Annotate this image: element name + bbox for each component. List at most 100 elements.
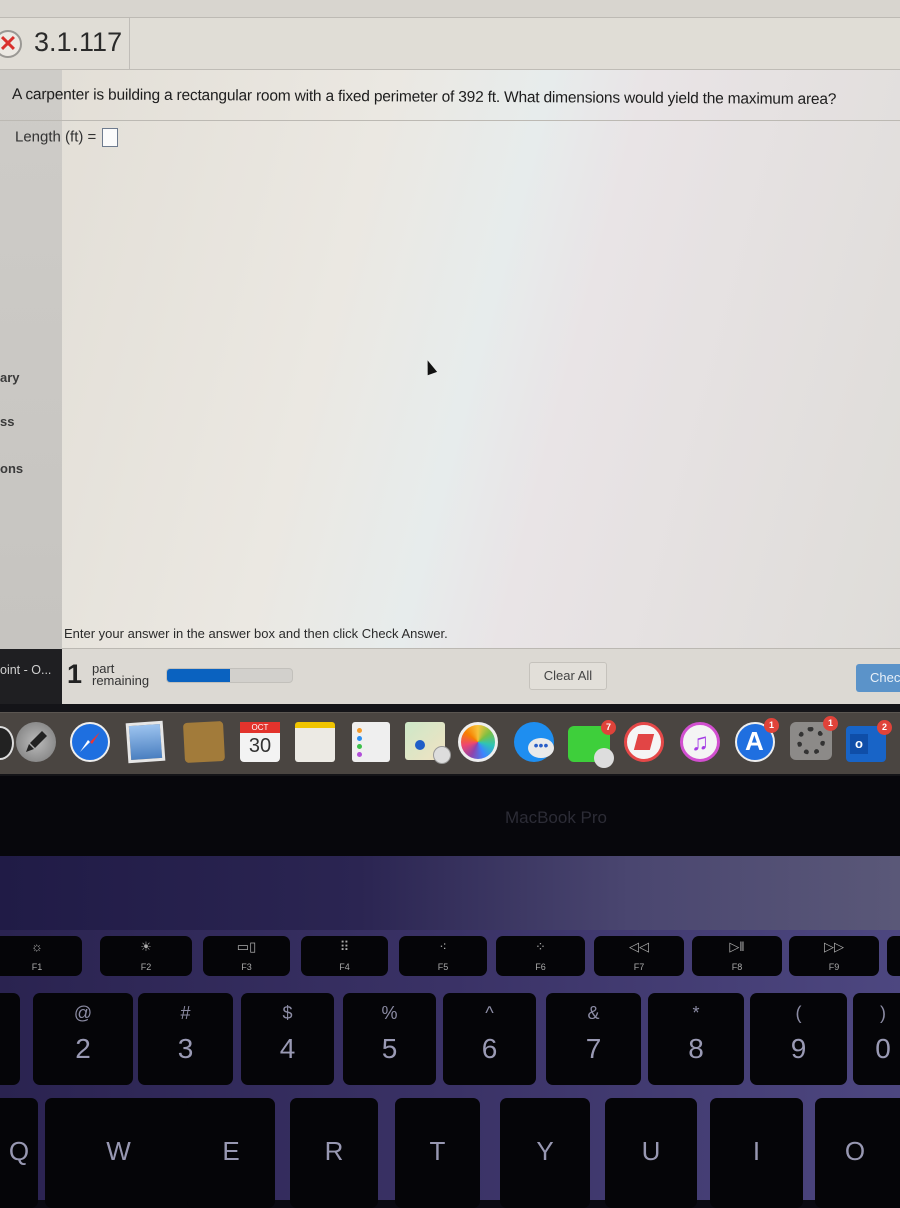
taskbar-label[interactable]: oint - O... [0, 663, 51, 677]
laptop-brand-label: MacBook Pro [504, 808, 608, 827]
fast-forward-icon: ▷▷ [824, 939, 844, 954]
key-letter: E [222, 1136, 240, 1166]
key-3[interactable]: # 3 [138, 993, 233, 1085]
key-f2[interactable]: ☀ F2 [100, 936, 192, 976]
brightness-down-icon: ☼ [31, 939, 43, 954]
maps-icon[interactable] [405, 722, 451, 764]
key-0[interactable]: ) 0 [853, 993, 900, 1085]
progress-fill [167, 669, 230, 682]
key-5[interactable]: % 5 [343, 993, 436, 1085]
key-letter: W [106, 1136, 131, 1166]
key-label: F5 [437, 962, 449, 972]
key-2[interactable]: @ 2 [33, 993, 133, 1085]
key-7[interactable]: & 7 [546, 993, 641, 1085]
key-symbol: ) [880, 1003, 886, 1023]
key-o[interactable]: O [815, 1098, 900, 1208]
system-preferences-badge: 1 [823, 716, 838, 731]
app-store-icon[interactable]: A 1 [735, 718, 779, 762]
length-field-row: Length (ft) = [15, 128, 119, 147]
key-symbol: * [692, 1003, 700, 1023]
news-icon[interactable] [624, 722, 664, 762]
key-symbol: ^ [485, 1003, 494, 1023]
key-label: F3 [241, 962, 252, 972]
system-preferences-icon[interactable]: 1 [790, 716, 838, 760]
question-header: ✕ 3.1.117 [0, 18, 900, 70]
key-label: F4 [339, 962, 350, 972]
outlook-icon[interactable]: o 2 [846, 720, 892, 762]
outlook-badge: 2 [877, 720, 892, 735]
key-f10[interactable] [887, 936, 900, 976]
key-f5[interactable]: ⁖ F5 [399, 936, 487, 976]
launchpad-icon[interactable] [16, 722, 56, 762]
key-f4[interactable]: ⠿ F4 [301, 936, 388, 976]
safari-icon[interactable] [70, 722, 110, 762]
key-number: 2 [75, 1033, 91, 1064]
x-mark-icon: ✕ [0, 30, 22, 58]
key-f7[interactable]: ◁◁ F7 [594, 936, 684, 976]
sidebar-item-library[interactable]: ary [0, 370, 20, 385]
music-icon[interactable]: ♫ [680, 722, 720, 762]
parts-label-line2: remaining [92, 673, 150, 688]
key-f1[interactable]: ☼ F1 [0, 936, 82, 976]
key-4[interactable]: $ 4 [241, 993, 334, 1085]
facetime-badge: 7 [601, 720, 616, 735]
key-u[interactable]: U [605, 1098, 697, 1208]
notes-icon[interactable] [295, 722, 335, 762]
key-f9[interactable]: ▷▷ F9 [789, 936, 879, 976]
screen: ary ss ons ✕ 3.1.117 A carpenter is buil… [0, 0, 900, 710]
key-label: F1 [31, 962, 43, 972]
key-letter: O [844, 1136, 866, 1166]
key-w[interactable]: W [45, 1098, 200, 1208]
key-f3[interactable]: ▭▯ F3 [203, 936, 290, 976]
app-store-badge: 1 [764, 718, 779, 733]
instruction-text: Enter your answer in the answer box and … [64, 626, 448, 641]
key-number: 5 [381, 1033, 398, 1064]
key-f8[interactable]: ▷ǁ F8 [692, 936, 782, 976]
mission-control-icon: ▭▯ [236, 939, 257, 954]
clear-all-button[interactable]: Clear All [529, 662, 607, 690]
key-q[interactable]: Q [0, 1098, 38, 1208]
key-e[interactable]: E [187, 1098, 275, 1208]
key-y[interactable]: Y [500, 1098, 590, 1208]
facetime-icon[interactable]: 7 [568, 720, 616, 768]
sidebar-item-progress[interactable]: ss [0, 414, 14, 429]
taskbar-strip: oint - O... [0, 649, 62, 704]
question-id-box: ✕ 3.1.117 [0, 18, 130, 70]
laptop-hinge [0, 856, 900, 934]
key-r[interactable]: R [290, 1098, 378, 1208]
play-pause-icon: ▷ǁ [729, 939, 745, 954]
photos-icon[interactable] [458, 722, 498, 762]
divider [0, 120, 900, 121]
key-number: 6 [481, 1033, 498, 1064]
reminders-icon[interactable] [352, 722, 390, 762]
sidebar-item-options[interactable]: ons [0, 461, 23, 476]
question-id: 3.1.117 [34, 27, 123, 57]
key-i[interactable]: I [710, 1098, 803, 1208]
rewind-icon: ◁◁ [629, 939, 649, 954]
top-toolbar [0, 0, 900, 18]
mail-icon[interactable] [125, 720, 166, 764]
check-answer-button[interactable]: Chec [856, 664, 900, 692]
key-f6[interactable]: ⁘ F6 [496, 936, 585, 976]
key-symbol: $ [282, 1003, 293, 1023]
progress-bar [166, 668, 293, 683]
key-letter: Y [536, 1136, 554, 1166]
key-symbol: @ [73, 1003, 93, 1023]
launchpad-grid-icon: ⠿ [339, 939, 350, 954]
key-number: 8 [688, 1033, 704, 1064]
key-6[interactable]: ^ 6 [443, 993, 536, 1085]
key-label: F6 [535, 962, 546, 972]
key-symbol: & [587, 1003, 600, 1023]
calendar-icon[interactable]: OCT 30 [240, 722, 280, 762]
length-answer-input[interactable] [102, 128, 119, 147]
messages-icon[interactable]: ••• [514, 722, 554, 762]
key-1[interactable] [0, 993, 20, 1085]
calendar-month: OCT [240, 722, 280, 733]
key-label: F2 [140, 962, 152, 972]
contacts-icon[interactable] [182, 720, 226, 764]
key-letter: T [429, 1136, 446, 1166]
key-letter: R [324, 1136, 344, 1166]
key-8[interactable]: * 8 [648, 993, 744, 1085]
key-t[interactable]: T [395, 1098, 480, 1208]
key-label: F7 [633, 962, 645, 972]
